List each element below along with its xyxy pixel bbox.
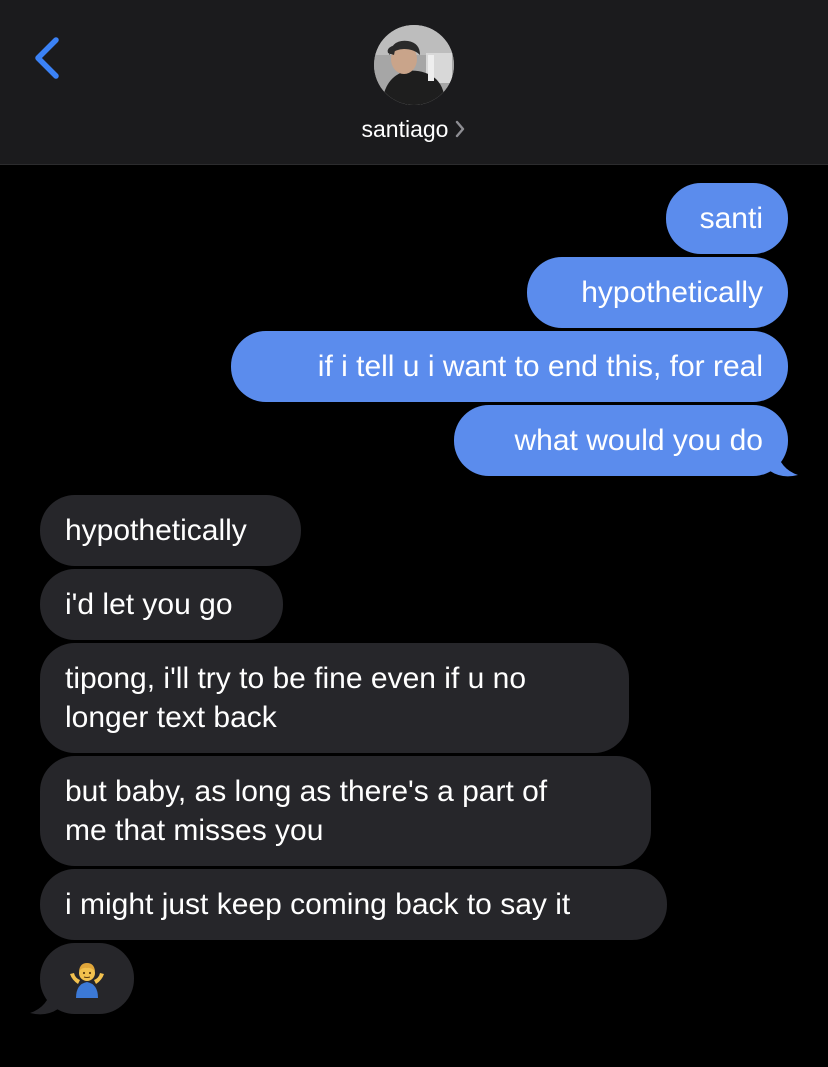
incoming-bubble-tail: [30, 987, 58, 1015]
message-text-line: tipong, i'll try to be fine even if u no: [65, 662, 527, 695]
message-text-line: but baby, as long as there's a part of: [65, 775, 548, 808]
contact-photo: [374, 25, 454, 105]
message-text: hypothetically: [581, 276, 763, 309]
incoming-message[interactable]: hypothetically: [40, 495, 301, 566]
message-text: i might just keep coming back to say it: [65, 888, 571, 921]
outgoing-message[interactable]: hypothetically: [527, 257, 788, 328]
outgoing-message[interactable]: what would you do: [454, 405, 788, 476]
message-text: santi: [699, 202, 763, 235]
message-text: i'd let you go: [65, 588, 233, 621]
contact-name: santiago: [361, 116, 449, 142]
message-text: what would you do: [514, 424, 764, 457]
back-button[interactable]: [26, 30, 70, 86]
message-text-line: longer text back: [65, 701, 277, 734]
message-thread: santi hypothetically if i tell u i want …: [0, 165, 828, 1067]
conversation-header: santiago: [0, 0, 828, 165]
message-text: hypothetically: [65, 514, 247, 547]
man-shrugging-emoji: [70, 963, 104, 998]
incoming-message[interactable]: tipong, i'll try to be fine even if u no…: [40, 643, 629, 753]
chevron-right-icon: [454, 116, 466, 146]
outgoing-message[interactable]: santi: [666, 183, 788, 254]
message-text: if i tell u i want to end this, for real: [317, 350, 763, 383]
contact-name-button[interactable]: santiago: [0, 114, 828, 146]
avatar[interactable]: [374, 25, 454, 105]
incoming-message[interactable]: but baby, as long as there's a part of m…: [40, 756, 651, 866]
chevron-left-icon: [35, 37, 59, 79]
outgoing-message[interactable]: if i tell u i want to end this, for real: [231, 331, 788, 402]
incoming-message[interactable]: i might just keep coming back to say it: [40, 869, 667, 940]
incoming-message[interactable]: i'd let you go: [40, 569, 283, 640]
outgoing-bubble-tail: [770, 449, 798, 477]
message-text-line: me that misses you: [65, 814, 324, 847]
